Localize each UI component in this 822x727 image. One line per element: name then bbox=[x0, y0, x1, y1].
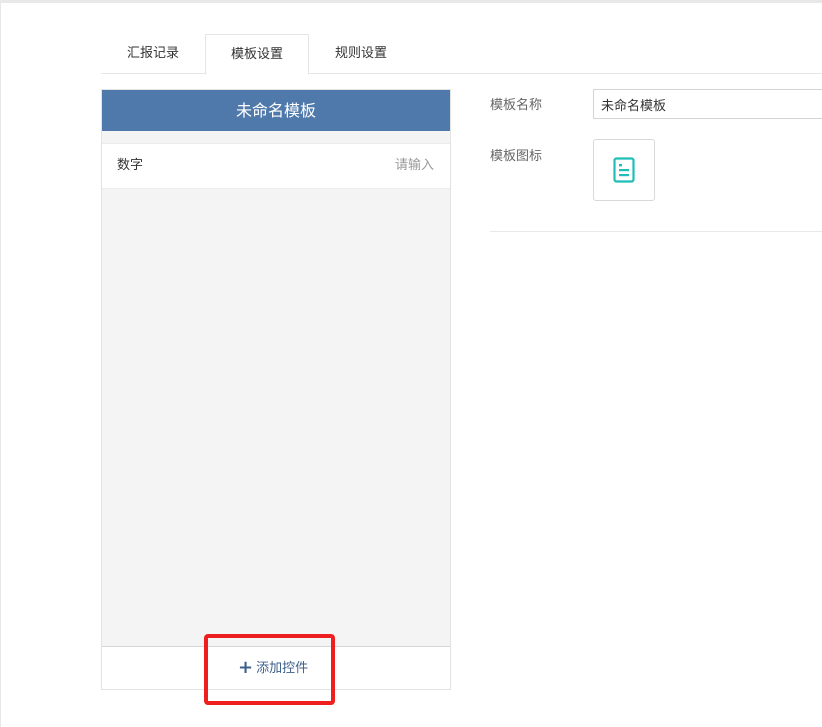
template-name-input[interactable] bbox=[593, 89, 822, 119]
tab-rule-settings[interactable]: 规则设置 bbox=[309, 34, 413, 74]
tab-template-settings[interactable]: 模板设置 bbox=[205, 34, 309, 75]
highlight-box bbox=[204, 634, 335, 705]
form-divider bbox=[490, 231, 822, 232]
top-border bbox=[0, 0, 822, 3]
template-name-label: 模板名称 bbox=[490, 98, 543, 113]
template-icon-picker[interactable] bbox=[593, 139, 655, 201]
tab-report-records[interactable]: 汇报记录 bbox=[101, 34, 205, 74]
template-icon-label: 模板图标 bbox=[490, 149, 543, 164]
preview-title: 未命名模板 bbox=[102, 90, 450, 131]
template-preview: 未命名模板 数字 请输入 + 添加控件 bbox=[101, 89, 451, 690]
document-icon bbox=[613, 157, 635, 183]
left-border bbox=[0, 0, 1, 727]
field-label: 数字 bbox=[117, 158, 144, 173]
preview-field-number[interactable]: 数字 请输入 bbox=[102, 143, 450, 189]
tab-bar: 汇报记录 模板设置 规则设置 bbox=[101, 34, 822, 75]
field-placeholder: 请输入 bbox=[394, 158, 434, 173]
